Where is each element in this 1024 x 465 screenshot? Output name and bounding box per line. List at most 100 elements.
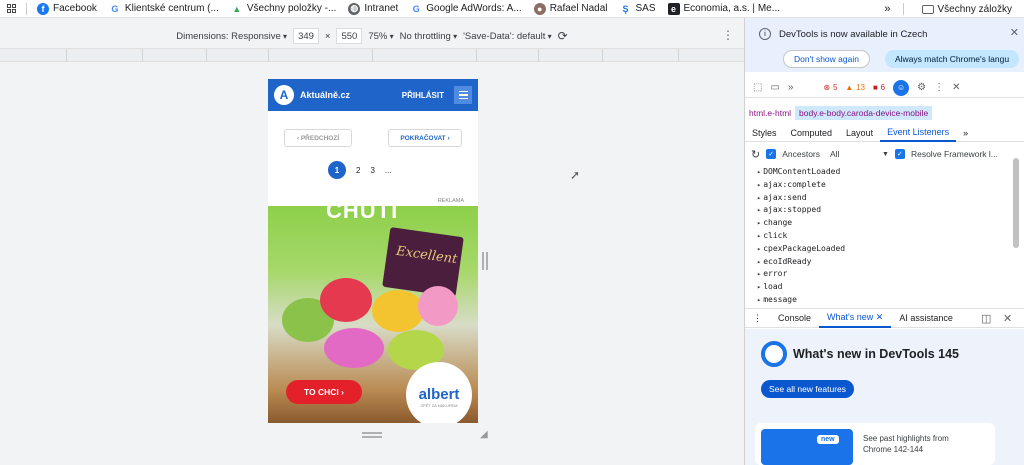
event-item[interactable]: ajax:send <box>757 192 1007 205</box>
height-input[interactable]: 550 <box>336 28 363 44</box>
site-brand[interactable]: Aktuálně.cz <box>300 90 350 100</box>
event-item[interactable]: ajax:stopped <box>757 204 1007 217</box>
device-toolbar-more-icon[interactable]: ⋮ <box>722 28 734 42</box>
event-item[interactable]: ecoIdReady <box>757 256 1007 269</box>
tab-event-listeners[interactable]: Event Listeners <box>880 124 957 142</box>
breadcrumb-html[interactable]: html.e-html <box>745 106 795 120</box>
bookmark-label: Všechny položky -... <box>246 3 337 14</box>
event-item[interactable]: message <box>757 294 1007 307</box>
folder-icon <box>921 4 934 14</box>
chevron-down-icon[interactable]: ▼ <box>882 151 889 158</box>
all-bookmarks-button[interactable]: Všechny záložky <box>916 4 1018 15</box>
refresh-icon[interactable]: ↻ <box>751 148 760 161</box>
bookmark-vsechny-polozky[interactable]: ▲ Všechny položky -... <box>225 3 342 15</box>
macaron-pink <box>324 328 384 368</box>
resize-handle-bottom[interactable] <box>362 432 382 438</box>
warning-count-value: 13 <box>856 83 866 92</box>
page-1[interactable]: 1 <box>328 161 346 179</box>
error-count[interactable]: ⊗ 5 <box>823 82 837 93</box>
resolve-framework-checkbox[interactable]: ✓ <box>894 149 905 159</box>
width-input[interactable]: 349 <box>293 28 319 44</box>
bookmarks-overflow-button[interactable]: » <box>884 3 890 15</box>
breadcrumb-body[interactable]: body.e-body.caroda-device-mobile <box>795 106 933 120</box>
economia-icon: e <box>667 2 680 15</box>
see-all-features-button[interactable]: See all new features <box>761 380 855 398</box>
listener-filter-dropdown[interactable]: All <box>830 149 876 159</box>
device-toolbar: Dimensions: Responsive 349 × 550 75% No … <box>0 26 744 46</box>
settings-gear-icon[interactable]: ⚙ <box>917 82 926 93</box>
login-link[interactable]: PŘIHLÁSIT <box>402 91 444 100</box>
bookmark-label: SAS <box>635 3 656 14</box>
bookmark-rafael-nadal[interactable]: ● Rafael Nadal <box>528 2 614 15</box>
s-logo-icon: Ş <box>622 3 629 14</box>
zoom-dropdown[interactable]: 75% <box>368 31 393 42</box>
ad-heading: CHUTI <box>326 206 399 223</box>
event-item[interactable]: DOMContentLoaded <box>757 166 1007 179</box>
rotate-icon[interactable]: ⟳ <box>558 29 568 43</box>
devtools-more-icon[interactable]: ⋮ <box>934 82 944 93</box>
globe-icon: ◍ <box>348 2 361 15</box>
dimensions-dropdown[interactable]: Dimensions: Responsive <box>176 31 287 42</box>
next-button[interactable]: POKRAČOVAT › <box>388 129 462 147</box>
apps-grid-icon[interactable] <box>0 4 22 13</box>
facebook-icon: f <box>37 2 49 15</box>
page-2[interactable]: 2 <box>356 166 360 175</box>
save-data-dropdown[interactable]: 'Save-Data': default <box>463 31 552 42</box>
dont-show-again-button[interactable]: Don't show again <box>783 50 870 68</box>
tab-computed[interactable]: Computed <box>784 124 840 142</box>
ai-assistant-icon[interactable]: ☺ <box>893 79 910 96</box>
ad-cta-button[interactable]: TO CHCI › <box>286 380 362 404</box>
event-item[interactable]: click <box>757 230 1007 243</box>
event-item[interactable]: load <box>757 281 1007 294</box>
prev-button[interactable]: ‹ PŘEDCHOZÍ <box>284 129 352 147</box>
infobar-message: i DevTools is now available in Czech <box>759 28 927 40</box>
close-tab-icon[interactable]: ✕ <box>876 312 884 323</box>
event-item[interactable]: cpexPackageLoaded <box>757 243 1007 256</box>
site-logo[interactable]: A <box>274 85 294 105</box>
infobar-close-icon[interactable]: ✕ <box>1010 26 1019 39</box>
event-item[interactable]: ajax:complete <box>757 179 1007 192</box>
more-tabs-icon[interactable]: » <box>788 82 794 93</box>
bookmark-facebook[interactable]: f Facebook <box>31 2 103 15</box>
bookmark-klientske-centrum[interactable]: G Klientské centrum (... <box>103 3 225 15</box>
resolve-framework-label: Resolve Framework l... <box>910 149 998 159</box>
event-item[interactable]: error <box>757 268 1007 281</box>
tab-console[interactable]: Console <box>770 308 819 328</box>
resize-corner-icon[interactable]: ◢ <box>480 429 488 440</box>
bookmark-label: Economia, a.s. | Me... <box>683 3 781 14</box>
bookmark-economia[interactable]: e Economia, a.s. | Me... <box>662 2 787 15</box>
ad-label: REKLAMA <box>437 198 464 204</box>
albert-logo-tagline: ZPĚT ZA NÁKUPEM <box>420 403 458 408</box>
close-drawer-icon[interactable]: ✕ <box>1003 312 1012 325</box>
issues-count[interactable]: ■ 6 <box>873 82 885 93</box>
tab-styles[interactable]: Styles <box>745 124 784 142</box>
event-item[interactable]: change <box>757 217 1007 230</box>
bookmark-intranet[interactable]: ◍ Intranet <box>342 2 404 15</box>
page-3[interactable]: 3 <box>370 166 374 175</box>
always-match-language-button[interactable]: Always match Chrome's langu <box>885 50 1020 68</box>
ancestors-checkbox[interactable]: ✓ <box>766 149 777 159</box>
tab-layout[interactable]: Layout <box>839 124 880 142</box>
listener-scrollbar[interactable] <box>1013 158 1019 248</box>
highlights-card[interactable]: new See past highlights from Chrome 142-… <box>755 423 995 465</box>
dock-drawer-icon[interactable]: ◫ <box>981 312 991 325</box>
inspect-element-icon[interactable]: ⬚ <box>753 82 762 93</box>
mouse-cursor-icon: ➚ <box>570 168 581 182</box>
throttling-dropdown[interactable]: No throttling <box>400 31 457 42</box>
tab-more[interactable]: » <box>956 124 975 142</box>
devtools-close-icon[interactable]: ✕ <box>952 82 960 93</box>
device-toggle-icon[interactable]: ▭ <box>770 82 779 93</box>
hamburger-menu-icon[interactable] <box>454 86 472 104</box>
ancestors-label: Ancestors <box>782 149 821 159</box>
bookmark-sas[interactable]: Ş SAS <box>614 3 662 15</box>
site-header: A Aktuálně.cz PŘIHLÁSIT <box>268 79 478 111</box>
resize-handle-right[interactable] <box>482 252 488 270</box>
warning-count[interactable]: ▲ 13 <box>845 82 865 93</box>
drawer-menu-icon[interactable]: ⋮ <box>745 308 770 328</box>
bookmark-google-adwords[interactable]: G Google AdWords: A... <box>404 3 527 15</box>
albert-logo: albert ZPĚT ZA NÁKUPEM <box>406 362 472 423</box>
tab-whats-new[interactable]: What's new ✕ <box>819 308 892 328</box>
advertisement-banner[interactable]: CHUTI Excellent TO CHCI › albert ZPĚT ZA… <box>268 206 478 423</box>
media-query-ruler[interactable] <box>0 48 744 62</box>
tab-ai-assistance[interactable]: AI assistance <box>891 308 961 328</box>
